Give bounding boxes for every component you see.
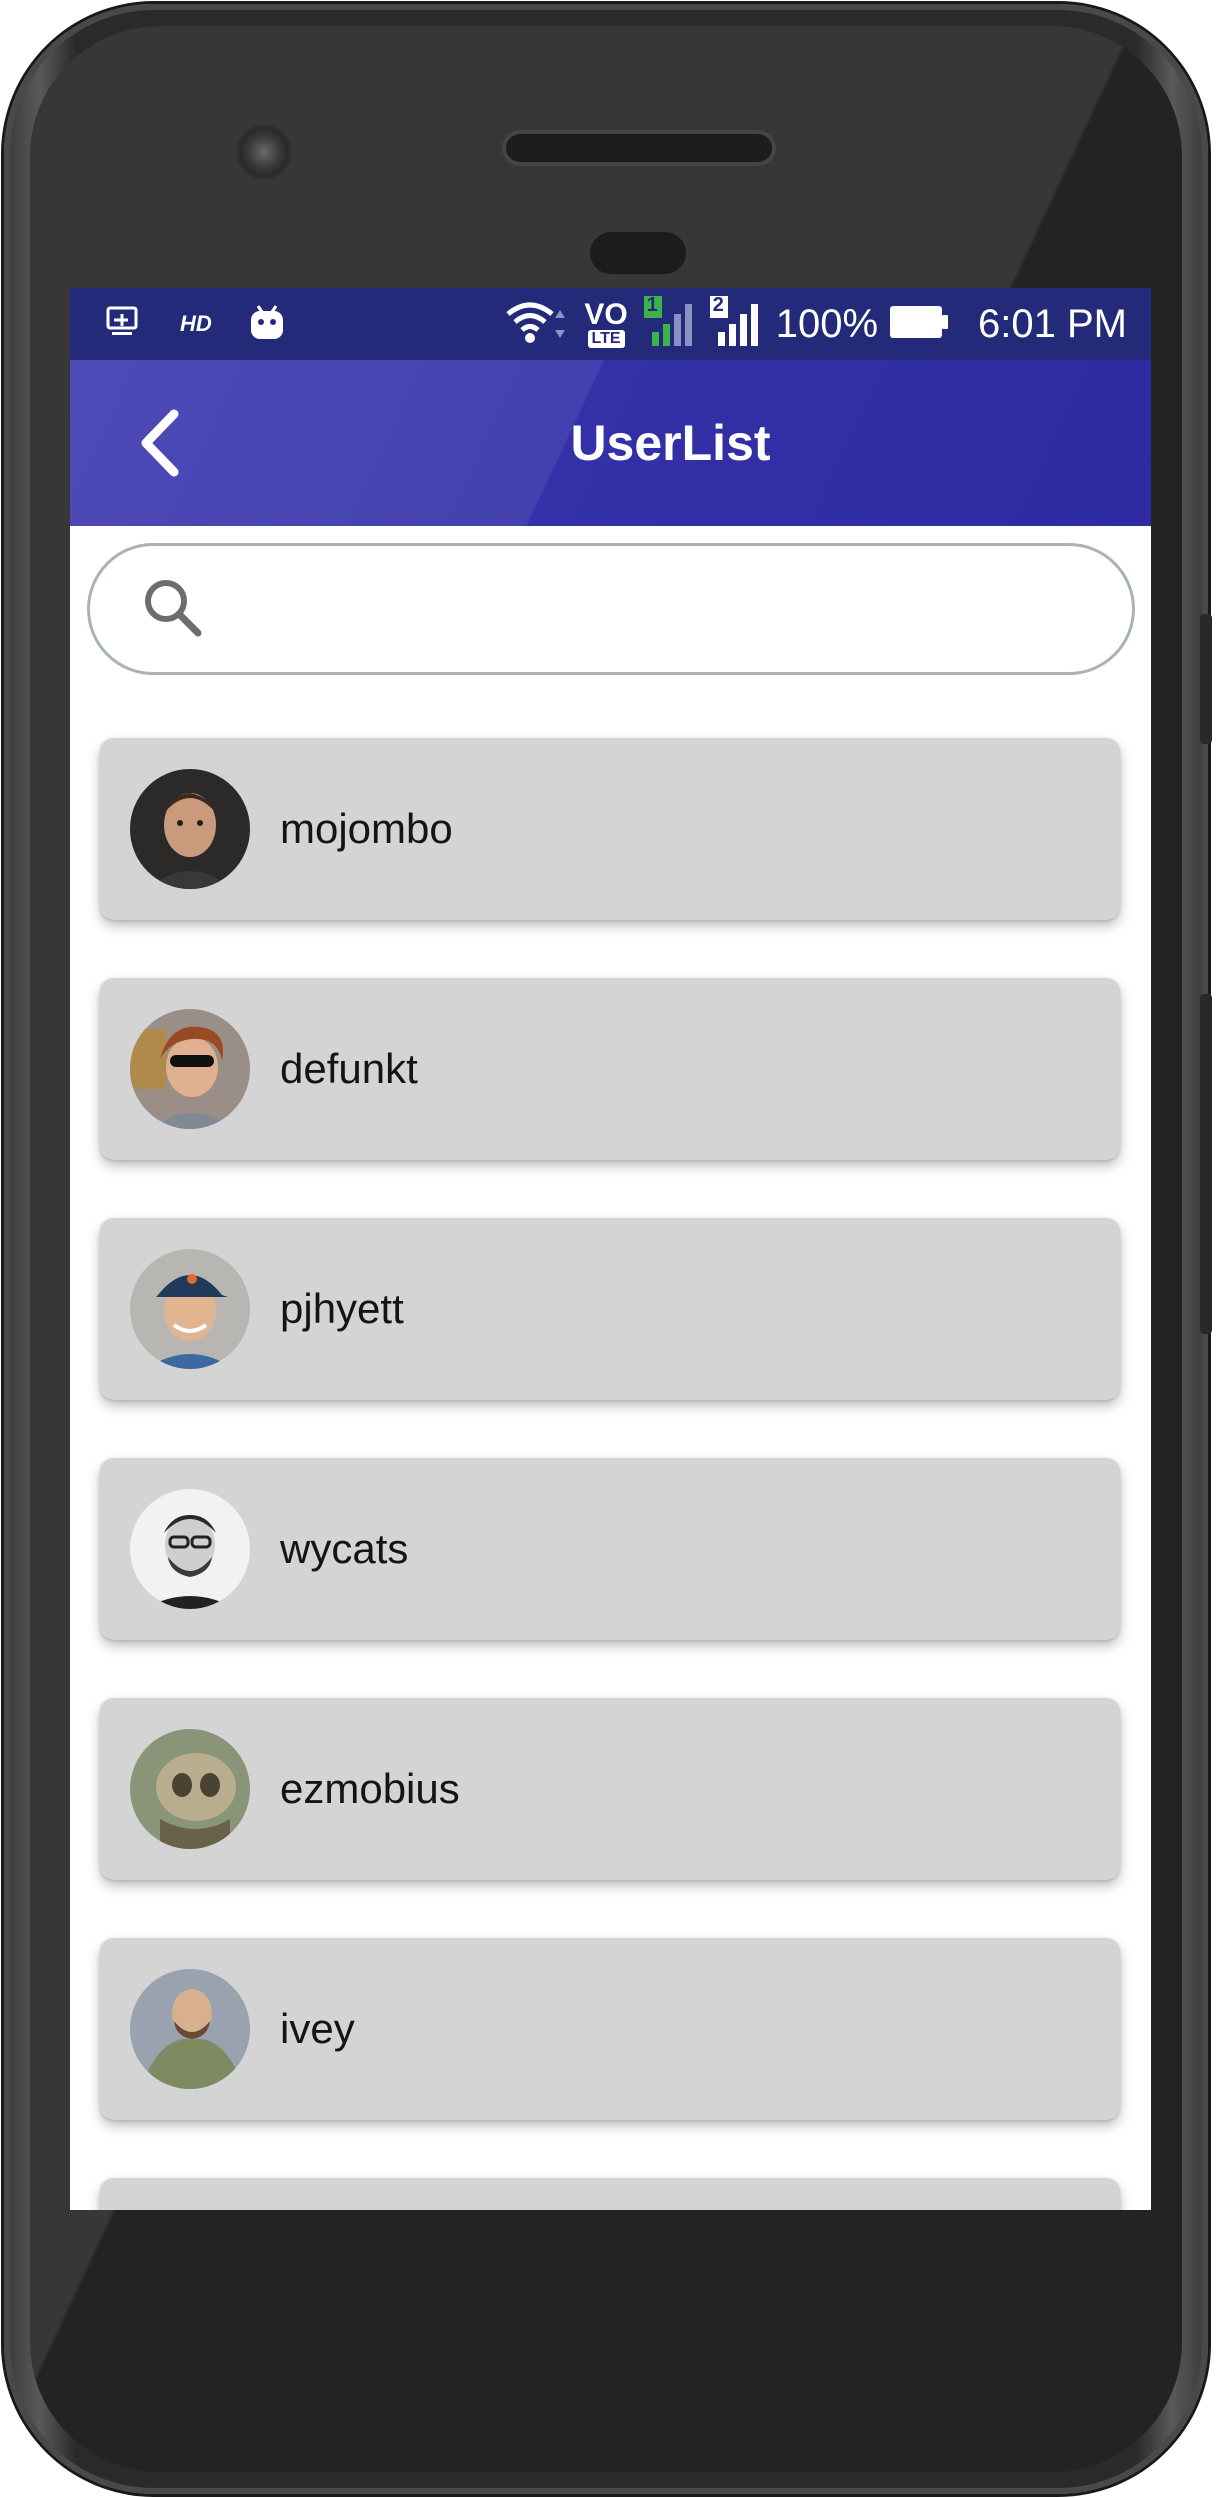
user-login: pjhyett [280, 1285, 404, 1332]
back-button[interactable] [126, 408, 196, 483]
screen: HD VO LTE 1 2 100% 6:01 PM UserList mojo… [70, 288, 1151, 2210]
avatar [130, 769, 250, 889]
list-item[interactable]: ezmobius [100, 1698, 1120, 1880]
avatar [130, 1249, 250, 1369]
chevron-left-icon [136, 408, 186, 483]
list-item[interactable]: wycats [100, 1458, 1120, 1640]
avatar [130, 1009, 250, 1129]
list-item[interactable]: ivey [100, 1938, 1120, 2120]
list-item[interactable]: defunkt [100, 978, 1120, 1160]
front-camera [236, 124, 292, 180]
user-login: wycats [280, 1525, 409, 1572]
android-debug-icon [248, 302, 286, 347]
page-title: UserList [570, 415, 771, 471]
volte-icon: VO LTE [584, 298, 628, 348]
user-login: defunkt [280, 1045, 418, 1092]
search-bar[interactable] [87, 543, 1135, 675]
lte-label: LTE [587, 330, 625, 348]
wifi-icon [504, 298, 568, 351]
avatar [130, 1489, 250, 1609]
list-item-partial[interactable] [100, 2178, 1120, 2210]
user-login: mojombo [280, 805, 453, 852]
user-login: ezmobius [280, 1765, 460, 1812]
proximity-sensor [590, 232, 686, 274]
screen-cast-icon [104, 302, 144, 347]
battery-icon [888, 302, 950, 347]
power-button [1200, 614, 1212, 744]
sim1-label: 1 [646, 293, 658, 316]
clock: 6:01 PM [978, 301, 1127, 346]
signal-sim1-icon: 1 [643, 293, 700, 353]
earpiece-speaker [506, 134, 772, 162]
status-bar: HD VO LTE 1 2 100% 6:01 PM [70, 288, 1151, 360]
phone-frame: HD VO LTE 1 2 100% 6:01 PM UserList mojo… [4, 4, 1212, 2494]
volte-label: VO [584, 298, 628, 331]
volume-button [1200, 994, 1212, 1334]
battery-percent: 100% [775, 301, 879, 346]
list-item[interactable]: mojombo [100, 738, 1120, 920]
avatar [130, 1969, 250, 2089]
signal-sim2-icon: 2 [709, 293, 766, 353]
search-input[interactable] [234, 546, 1132, 672]
sim2-label: 2 [712, 293, 724, 316]
list-item[interactable]: pjhyett [100, 1218, 1120, 1400]
user-login: ivey [280, 2005, 355, 2052]
search-icon [140, 575, 204, 644]
hd-indicator: HD [180, 311, 212, 336]
app-bar: UserList [70, 360, 1151, 526]
avatar [130, 1729, 250, 1849]
